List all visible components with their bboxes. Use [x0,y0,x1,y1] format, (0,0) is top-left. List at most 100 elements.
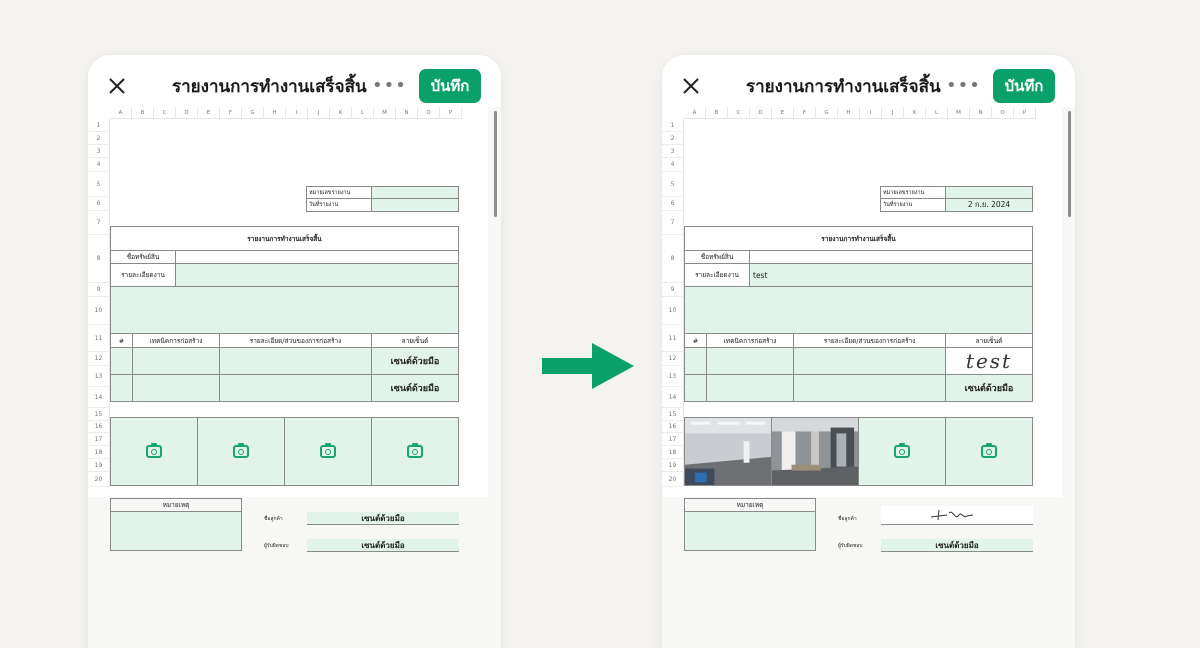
column-header: C [154,107,176,119]
save-button[interactable]: บันทึก [993,69,1055,103]
row-header: 18 [662,446,684,459]
scrollbar[interactable] [494,111,497,217]
signature-cell-row11[interactable]: เซนต์ด้วยมือ [371,374,459,402]
column-header: N [970,107,992,119]
close-icon[interactable] [682,77,700,95]
photo-slot-3[interactable] [284,417,372,486]
table-cell[interactable] [706,374,794,402]
table-cell[interactable] [132,347,220,375]
recipient-signature-field[interactable]: เซนต์ด้วยมือ [881,539,1033,552]
photo-slot-1[interactable] [110,417,198,486]
column-header: E [772,107,794,119]
more-icon[interactable]: ••• [946,75,981,96]
column-header: F [220,107,242,119]
scrollbar[interactable] [1068,111,1071,217]
camera-icon [981,443,997,458]
camera-icon [233,443,249,458]
camera-icon [320,443,336,458]
column-header: K [330,107,352,119]
column-header: L [352,107,374,119]
row-header: 13 [88,366,110,387]
column-header: M [948,107,970,119]
save-button[interactable]: บันทึก [419,69,481,103]
work-detail-label: รายละเอียดงาน [110,263,176,287]
column-header: J [882,107,904,119]
row-header: 6 [88,197,110,211]
customer-signature-field[interactable] [881,506,1033,525]
detail-area[interactable] [110,286,459,334]
camera-icon [146,443,162,458]
form-heading: รายงานการทำงานเสร็จสิ้น [110,226,459,251]
table-cell[interactable] [706,347,794,375]
work-detail-field[interactable]: test [749,263,1033,287]
camera-icon [407,443,423,458]
column-header: K [904,107,926,119]
column-header: I [860,107,882,119]
row-header: 17 [662,433,684,446]
column-header: O [418,107,440,119]
row-header: 20 [662,472,684,487]
asset-name-field[interactable] [749,250,1033,264]
column-header: I [286,107,308,119]
signature-cell-row11[interactable]: เซนต์ด้วยมือ [945,374,1033,402]
remarks-field[interactable] [110,511,242,551]
signature-cell-row10[interactable]: เซนต์ด้วยมือ [371,347,459,375]
column-header: D [176,107,198,119]
arrow-right-icon [542,343,634,389]
row-header: 11 [662,325,684,352]
photo-slot-4[interactable] [371,417,459,486]
table-cell[interactable] [219,347,372,375]
form-heading: รายงานการทำงานเสร็จสิ้น [684,226,1033,251]
close-icon[interactable] [108,77,126,95]
row-header: 2 [88,132,110,145]
table-cell[interactable] [793,347,946,375]
work-detail-field[interactable] [175,263,459,287]
remarks-field[interactable] [684,511,816,551]
remarks-label: หมายเหตุ [110,498,242,512]
photo-slot-2[interactable] [771,417,859,486]
table-header-detail: รายละเอียด/ส่วนของการก่อสร้าง [219,333,372,348]
row-header: 4 [88,158,110,172]
row-header: 14 [662,387,684,408]
row-header: 13 [662,366,684,387]
table-header-signature: ลายเซ็นต์ [945,333,1033,348]
table-cell[interactable] [110,347,133,375]
customer-name-label: ชื่อลูกค้า [264,516,283,522]
row-header: 12 [662,352,684,366]
recipient-label: ผู้รับผิดชอบ [838,543,863,549]
column-header: D [750,107,772,119]
photo-slot-4[interactable] [945,417,1033,486]
row-header: 9 [662,283,684,297]
column-header: L [926,107,948,119]
report-date-field[interactable] [371,198,459,212]
table-cell[interactable] [219,374,372,402]
photo-slot-3[interactable] [858,417,946,486]
detail-area[interactable] [684,286,1033,334]
more-icon[interactable]: ••• [372,75,407,96]
column-header: C [728,107,750,119]
column-header: H [838,107,860,119]
photo-slot-2[interactable] [197,417,285,486]
table-cell[interactable] [684,347,707,375]
report-date-field[interactable]: 2 ก.ย. 2024 [945,198,1033,212]
signature-cell-row10[interactable]: test [945,347,1033,375]
camera-icon [894,443,910,458]
row-header: 16 [88,421,110,433]
column-header: G [816,107,838,119]
table-cell[interactable] [132,374,220,402]
row-header: 8 [662,235,684,283]
customer-signature-field[interactable]: เซนต์ด้วยมือ [307,512,459,525]
row-header: 5 [662,172,684,197]
photo-slot-1[interactable] [684,417,772,486]
table-cell[interactable] [110,374,133,402]
table-header-no: # [684,333,707,348]
phone-before: รายงานการทำงานเสร็จสิ้น ••• บันทึก ABCDE… [88,55,501,648]
table-cell[interactable] [793,374,946,402]
asset-name-field[interactable] [175,250,459,264]
table-header-signature: ลายเซ็นต์ [371,333,459,348]
recipient-signature-field[interactable]: เซนต์ด้วยมือ [307,539,459,552]
row-header: 10 [88,297,110,325]
handwritten-signature [930,509,974,521]
column-header: M [374,107,396,119]
table-cell[interactable] [684,374,707,402]
